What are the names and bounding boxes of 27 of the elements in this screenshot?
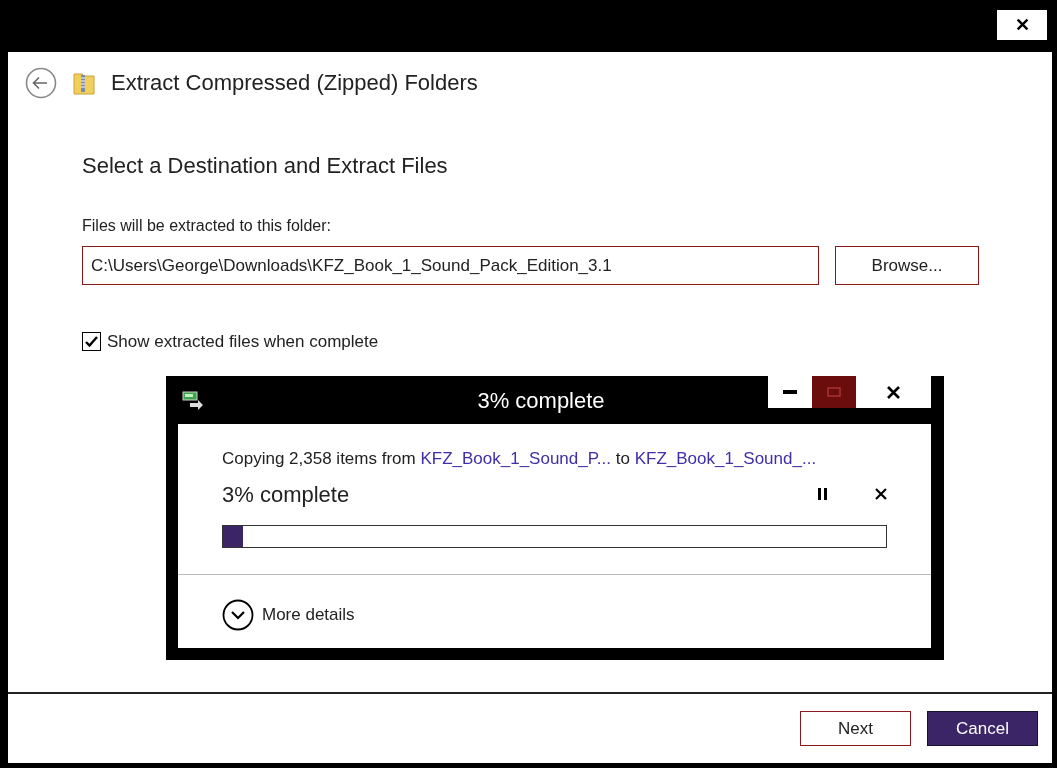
folder-link[interactable]: KFZ_Book_1_Sound_... — [634, 449, 817, 468]
zipped-folder-icon — [73, 70, 95, 95]
back-icon[interactable] — [25, 66, 57, 99]
minimize-button[interactable] — [768, 376, 812, 408]
browse-button[interactable]: Browse... — [835, 246, 979, 285]
cancel-button[interactable]: Cancel — [927, 711, 1038, 746]
path-field[interactable]: C:\Users\George\Downloads\KFZ_Book_1_Sound_Pack_Edition_3.1 — [82, 246, 819, 285]
minimize-icon — [783, 390, 797, 394]
window-title: Extract Compressed (Zipped) Folders — [111, 69, 478, 97]
close-icon — [887, 385, 900, 399]
checkbox[interactable] — [82, 332, 101, 352]
field-label: Files will be extracted to this folder: — [82, 216, 332, 236]
checkbox-label: Show extracted files when complete — [107, 331, 379, 353]
next-button[interactable]: Next — [800, 711, 911, 746]
cancel-icon[interactable] — [875, 488, 887, 500]
pause-icon[interactable] — [818, 488, 827, 500]
dialog-title: 3% complete — [476, 386, 605, 415]
maximize-icon — [827, 387, 841, 397]
close-button[interactable] — [856, 376, 931, 408]
close-button[interactable]: ✕ — [997, 10, 1047, 40]
copy-message: Copying 2,358 items from KFZ_Book_1_Sound_P... to KFZ_Book_1_Sound_... — [222, 448, 818, 470]
more-details-button[interactable]: More details — [178, 574, 355, 631]
progress-status: 3% complete — [222, 480, 350, 509]
page-heading: Select a Destination and Extract Files — [82, 152, 449, 180]
chevron-down-icon — [222, 598, 254, 631]
folder-link[interactable]: KFZ_Book_1_Sound_P... — [420, 449, 612, 468]
copy-icon — [182, 390, 204, 410]
